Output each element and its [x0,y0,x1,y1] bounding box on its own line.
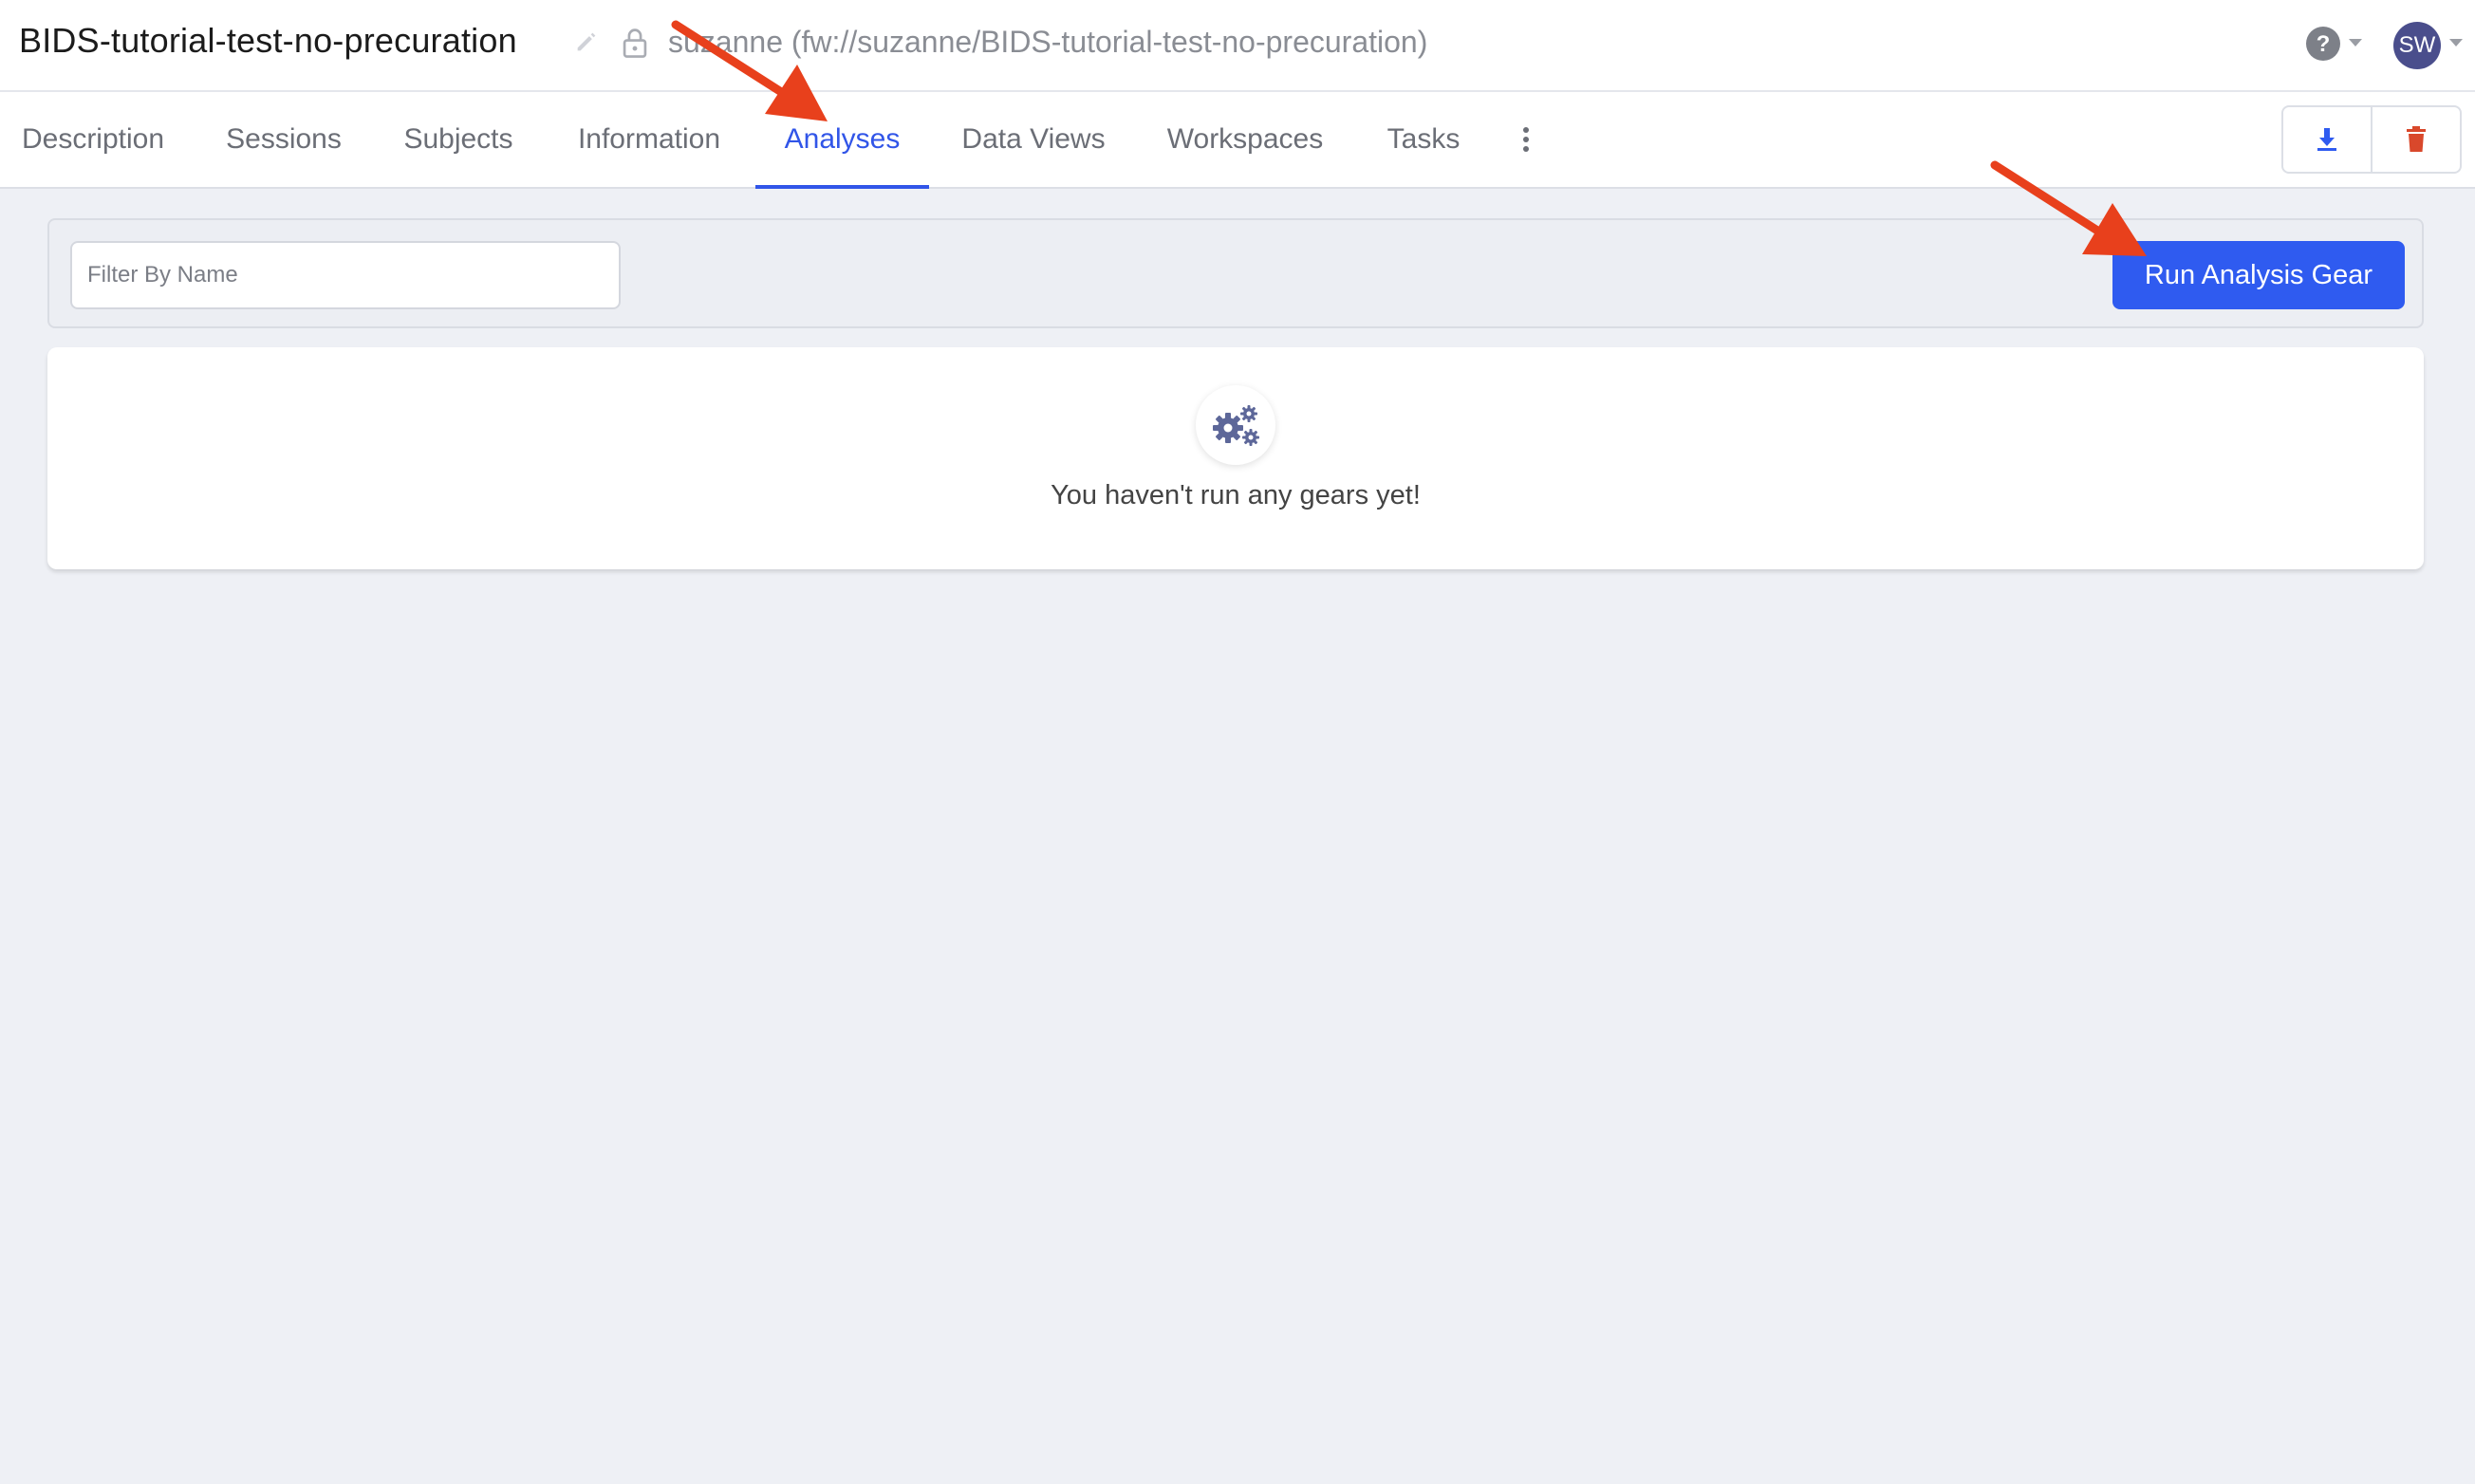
analyses-empty-state: You haven't run any gears yet! [47,347,2424,569]
tab-workspaces[interactable]: Workspaces [1158,92,1332,187]
tab-subjects[interactable]: Subjects [385,92,531,187]
run-analysis-gear-button[interactable]: Run Analysis Gear [2112,241,2405,309]
caret-down-icon[interactable] [2448,38,2464,47]
lock-icon [623,28,647,58]
annotation-arrow-icon [1990,160,2147,256]
project-header: BIDS-tutorial-test-no-precuration suzann… [0,0,2475,92]
svg-text:?: ? [2317,31,2331,57]
tab-sessions[interactable]: Sessions [211,92,357,187]
project-actions [2281,105,2462,174]
tab-label: Workspaces [1166,123,1324,155]
user-avatar[interactable]: SW [2393,22,2441,69]
gears-icon [1213,405,1259,446]
gears-icon-container [1196,385,1275,465]
tab-label: Sessions [226,123,342,155]
kebab-more-icon[interactable] [1518,124,1534,155]
tab-tasks[interactable]: Tasks [1372,92,1475,187]
tab-label: Tasks [1386,123,1461,155]
avatar-initials: SW [2398,32,2436,58]
project-title: BIDS-tutorial-test-no-precuration [19,21,517,60]
tab-label: Data Views [961,123,1106,155]
tab-description[interactable]: Description [0,92,186,187]
pencil-icon[interactable] [573,28,600,55]
app-root: BIDS-tutorial-test-no-precuration suzann… [0,0,2475,1484]
help-circle-icon[interactable]: ? [2304,25,2342,63]
tab-label: Description [21,123,165,155]
delete-button[interactable] [2371,107,2460,172]
download-button[interactable] [2283,107,2371,172]
trash-icon [2407,126,2426,152]
tab-data-views[interactable]: Data Views [951,92,1116,187]
empty-state-message: You haven't run any gears yet! [1051,480,1421,510]
caret-down-icon[interactable] [2348,38,2363,47]
annotation-arrow-icon [671,20,828,121]
filter-by-name-input[interactable] [70,241,621,309]
download-icon [2317,128,2336,151]
tab-label: Subjects [403,123,513,155]
